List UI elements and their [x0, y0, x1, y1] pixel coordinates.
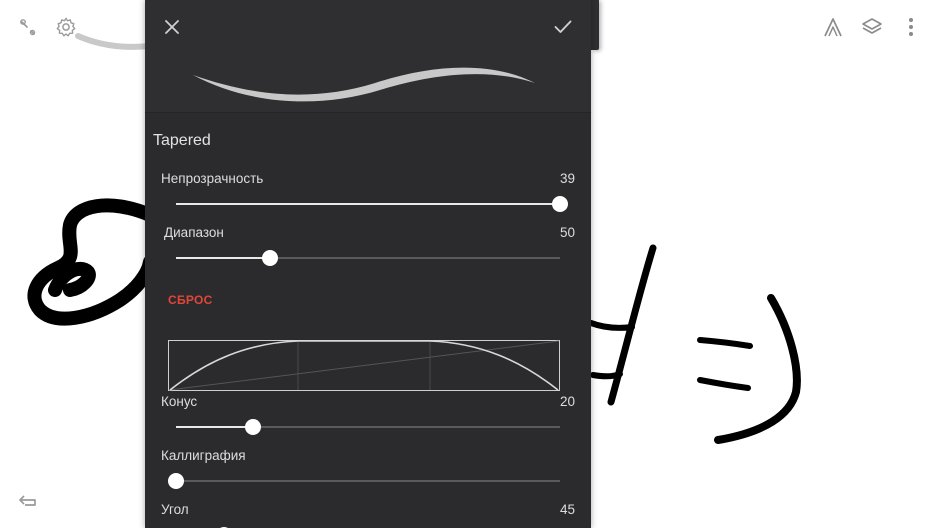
- opacity-value: 39: [559, 171, 575, 186]
- calligraphy-slider-thumb[interactable]: [168, 473, 184, 489]
- undo-icon[interactable]: [14, 487, 42, 515]
- check-icon[interactable]: [549, 13, 577, 41]
- layers-icon[interactable]: [858, 13, 886, 41]
- canvas-stroke-grey: [75, 33, 153, 50]
- calligraphy-label: Каллиграфия: [161, 448, 246, 463]
- brush-stroke-preview: [193, 67, 535, 102]
- canvas-stroke-left: [27, 198, 157, 326]
- range-slider-thumb[interactable]: [262, 250, 279, 266]
- gear-icon[interactable]: [52, 13, 80, 41]
- range-label: Диапазон: [164, 225, 224, 240]
- range-slider-fill: [176, 257, 271, 259]
- opacity-slider[interactable]: [176, 196, 568, 212]
- panel-header-extension: [591, 0, 599, 50]
- taper-label: Конус: [161, 394, 198, 409]
- canvas-stroke-d: [697, 337, 753, 349]
- canvas-stroke-f: [714, 294, 801, 444]
- brush-preview-header: [145, 0, 591, 113]
- taper-slider-thumb[interactable]: [244, 419, 261, 435]
- brush-preset-name: Tapered: [153, 132, 211, 149]
- angle-value: 45: [559, 502, 575, 517]
- taper-slider[interactable]: [176, 419, 560, 435]
- taper-value: 20: [559, 394, 575, 409]
- reset-button[interactable]: СБРОС: [168, 293, 213, 307]
- opacity-label: Непрозрачность: [161, 171, 264, 186]
- eyedropper-icon[interactable]: [14, 13, 42, 41]
- opacity-slider-fill: [176, 203, 560, 205]
- range-value: 50: [559, 225, 575, 240]
- opacity-slider-thumb[interactable]: [552, 196, 568, 212]
- canvas-stroke-a: [588, 320, 635, 331]
- more-vertical-icon[interactable]: [897, 13, 925, 41]
- calligraphy-slider[interactable]: [168, 473, 560, 489]
- range-slider[interactable]: [176, 250, 560, 266]
- pressure-curve-editor[interactable]: [168, 340, 560, 391]
- angle-label: Угол: [161, 502, 189, 517]
- brush-editor-panel: Tapered Непрозрачность 39 Диапазон 50 СБ…: [145, 0, 591, 528]
- taper-slider-fill: [176, 426, 253, 428]
- close-icon[interactable]: [158, 13, 186, 41]
- canvas-stroke-e: [697, 377, 751, 391]
- perspective-icon[interactable]: [819, 13, 847, 41]
